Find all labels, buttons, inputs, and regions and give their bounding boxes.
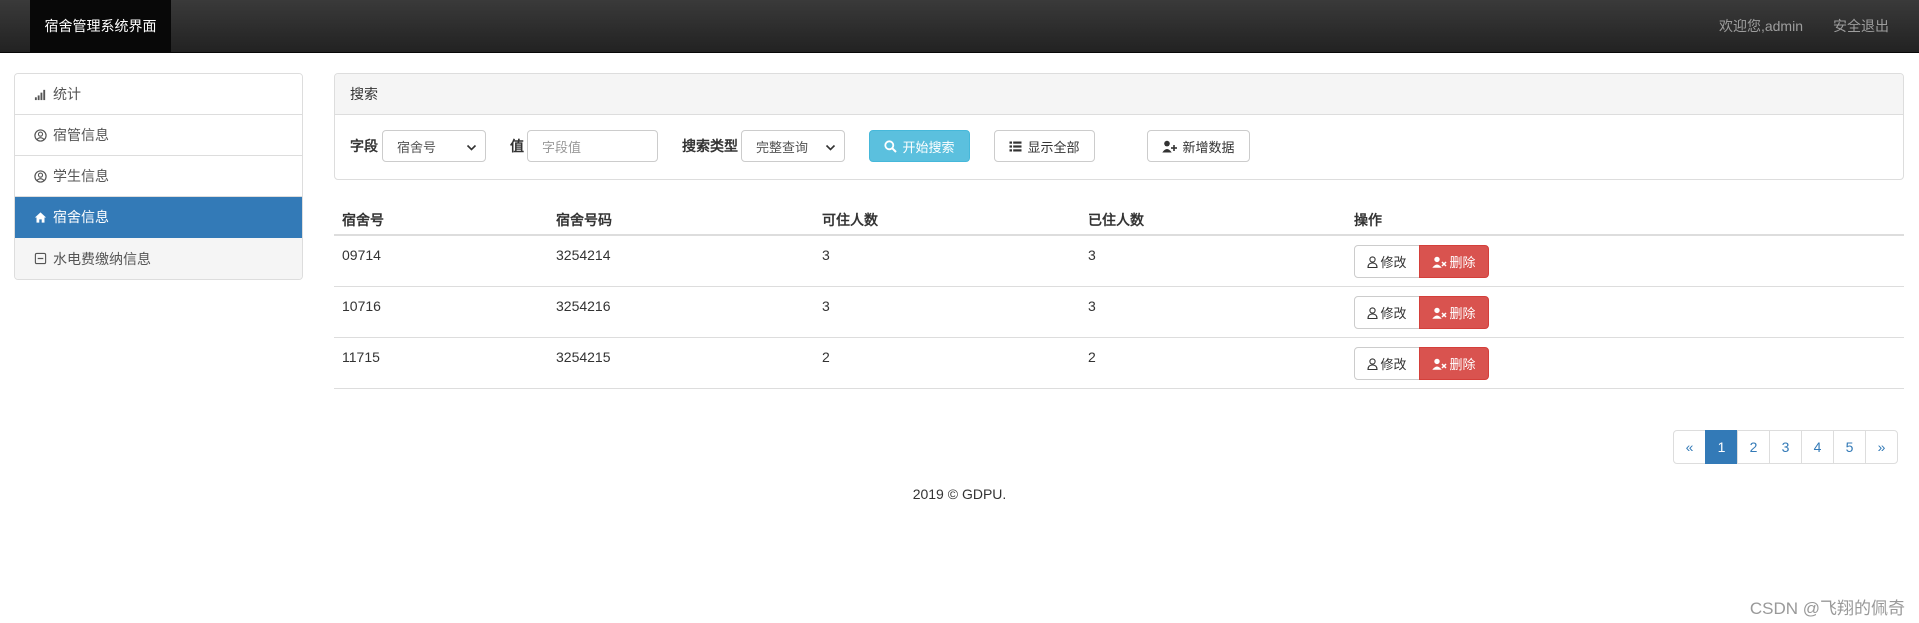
user-outline-icon xyxy=(1367,357,1379,370)
pagination-page[interactable]: 1 xyxy=(1705,430,1738,464)
cell-dorm-no: 11715 xyxy=(342,349,380,365)
cell-capacity: 2 xyxy=(822,349,830,365)
remove-user-icon xyxy=(1432,256,1448,268)
search-type-select[interactable]: 完整查询 xyxy=(741,130,845,162)
delete-button[interactable]: 删除 xyxy=(1419,245,1489,278)
search-type-label: 搜索类型 xyxy=(682,138,738,154)
top-navbar: 宿舍管理系统界面 欢迎您,admin 安全退出 xyxy=(0,0,1919,53)
add-user-icon xyxy=(1162,140,1178,152)
delete-label: 删除 xyxy=(1449,255,1476,270)
delete-label: 删除 xyxy=(1449,357,1476,372)
minus-square-icon xyxy=(33,252,47,266)
table-row: 10716 3254216 3 3 修改 删除 xyxy=(334,287,1904,338)
pagination-page[interactable]: 5 xyxy=(1833,430,1866,464)
sidebar-item-dorm-managers[interactable]: 宿管信息 xyxy=(15,115,302,156)
sidebar-item-label: 统计 xyxy=(53,86,81,102)
remove-user-icon xyxy=(1432,307,1448,319)
user-outline-icon xyxy=(1367,255,1379,268)
sidebar-item-students[interactable]: 学生信息 xyxy=(15,156,302,197)
cell-occupied: 2 xyxy=(1088,349,1096,365)
user-outline-icon xyxy=(1367,306,1379,319)
pagination-page[interactable]: 4 xyxy=(1801,430,1834,464)
search-type-select-value: 完整查询 xyxy=(756,139,809,155)
delete-label: 删除 xyxy=(1449,306,1476,321)
edit-label: 修改 xyxy=(1380,357,1407,372)
sidebar-item-statistics[interactable]: 统计 xyxy=(15,74,302,115)
cell-occupied: 3 xyxy=(1088,298,1096,314)
pagination-page[interactable]: 3 xyxy=(1769,430,1802,464)
cell-capacity: 3 xyxy=(822,298,830,314)
show-all-button[interactable]: 显示全部 xyxy=(994,130,1095,162)
chevron-down-icon xyxy=(466,141,477,156)
sidebar-item-label: 水电费缴纳信息 xyxy=(53,250,151,267)
home-icon xyxy=(33,210,47,224)
row-actions: 修改 删除 xyxy=(1354,347,1489,380)
add-data-label: 新增数据 xyxy=(1182,139,1235,155)
column-header-dorm-no: 宿舍号 xyxy=(342,212,384,228)
value-label: 值 xyxy=(510,138,524,154)
delete-button[interactable]: 删除 xyxy=(1419,347,1489,380)
cell-dorm-code: 3254214 xyxy=(556,247,611,263)
list-icon xyxy=(1009,141,1022,151)
edit-button[interactable]: 修改 xyxy=(1354,245,1420,278)
pagination-next[interactable]: » xyxy=(1865,430,1898,464)
add-data-button[interactable]: 新增数据 xyxy=(1147,130,1250,162)
dormitory-table: 宿舍号 宿舍号码 可住人数 已住人数 操作 09714 3254214 3 3 … xyxy=(334,202,1904,389)
column-header-occupied: 已住人数 xyxy=(1088,212,1144,228)
cell-dorm-no: 10716 xyxy=(342,298,381,314)
sidebar-item-label: 学生信息 xyxy=(53,168,109,184)
start-search-label: 开始搜索 xyxy=(902,139,955,155)
field-label: 字段 xyxy=(350,138,378,154)
cell-dorm-no: 09714 xyxy=(342,247,381,263)
sidebar-item-utility-payments[interactable]: 水电费缴纳信息 xyxy=(15,238,302,279)
edit-label: 修改 xyxy=(1380,255,1407,270)
logout-link[interactable]: 安全退出 xyxy=(1818,16,1904,36)
pagination-page[interactable]: 2 xyxy=(1737,430,1770,464)
start-search-button[interactable]: 开始搜索 xyxy=(869,130,970,162)
delete-button[interactable]: 删除 xyxy=(1419,296,1489,329)
column-header-capacity: 可住人数 xyxy=(822,212,878,228)
chevron-down-icon xyxy=(825,141,836,156)
navbar-right: 欢迎您,admin 安全退出 xyxy=(1704,0,1919,52)
sidebar-item-dormitories[interactable]: 宿舍信息 xyxy=(15,197,302,238)
user-circle-icon xyxy=(33,128,47,142)
column-header-actions: 操作 xyxy=(1354,212,1382,228)
brand-title[interactable]: 宿舍管理系统界面 xyxy=(30,0,171,52)
table-row: 11715 3254215 2 2 修改 删除 xyxy=(334,338,1904,389)
edit-button[interactable]: 修改 xyxy=(1354,347,1420,380)
welcome-user-link[interactable]: 欢迎您,admin xyxy=(1704,16,1818,36)
table-row: 09714 3254214 3 3 修改 删除 xyxy=(334,236,1904,287)
signal-bars-icon xyxy=(33,87,47,101)
csdn-watermark: CSDN @飞翔的佩奇 xyxy=(1749,599,1905,618)
sidebar-item-label: 宿管信息 xyxy=(53,127,109,143)
search-panel-heading: 搜索 xyxy=(335,74,1903,115)
edit-button[interactable]: 修改 xyxy=(1354,296,1420,329)
user-circle-icon xyxy=(33,169,47,183)
cell-occupied: 3 xyxy=(1088,247,1096,263)
sidebar-item-label: 宿舍信息 xyxy=(53,209,109,225)
edit-label: 修改 xyxy=(1380,306,1407,321)
cell-dorm-code: 3254215 xyxy=(556,349,611,365)
row-actions: 修改 删除 xyxy=(1354,296,1489,329)
column-header-dorm-code: 宿舍号码 xyxy=(556,212,612,228)
remove-user-icon xyxy=(1432,358,1448,370)
pagination-prev[interactable]: « xyxy=(1673,430,1706,464)
pagination: « 1 2 3 4 5 » xyxy=(1673,430,1898,464)
search-panel: 搜索 xyxy=(334,73,1904,180)
cell-capacity: 3 xyxy=(822,247,830,263)
cell-dorm-code: 3254216 xyxy=(556,298,611,314)
footer-copyright: 2019 © GDPU. xyxy=(912,486,1007,502)
table-header-row: 宿舍号 宿舍号码 可住人数 已住人数 操作 xyxy=(334,202,1904,236)
value-input[interactable]: 字段值 xyxy=(527,130,658,162)
field-select-value: 宿舍号 xyxy=(397,139,437,155)
sidebar-menu: 统计 宿管信息 学生信息 宿舍信息 水电费缴纳信息 xyxy=(14,73,303,280)
search-icon xyxy=(884,139,898,153)
show-all-label: 显示全部 xyxy=(1027,139,1080,155)
row-actions: 修改 删除 xyxy=(1354,245,1489,278)
field-select[interactable]: 宿舍号 xyxy=(382,130,486,162)
